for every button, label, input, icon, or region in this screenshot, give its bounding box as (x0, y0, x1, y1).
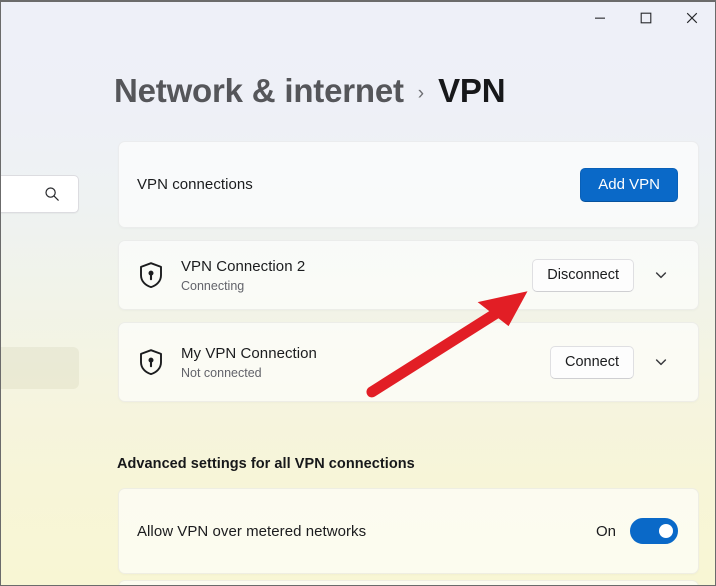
page-title: VPN (438, 72, 505, 110)
window-titlebar (1, 2, 715, 48)
maximize-icon (640, 12, 652, 24)
vpn-connection-row-1[interactable]: My VPN Connection Not connected Connect (118, 322, 699, 402)
metered-networks-toggle[interactable] (630, 518, 678, 544)
vpn-connection-name: My VPN Connection (181, 344, 317, 363)
vpn-connection-row-0[interactable]: VPN Connection 2 Connecting Disconnect (118, 240, 699, 310)
minimize-button[interactable] (577, 2, 623, 34)
vpn-connections-card: VPN connections Add VPN (118, 141, 699, 228)
sidebar-item-active[interactable] (0, 347, 79, 389)
shield-lock-icon (137, 347, 165, 377)
vpn-connection-status: Connecting (181, 278, 305, 294)
search-icon (44, 186, 60, 202)
search-input[interactable] (0, 175, 79, 213)
vpn-connection-name: VPN Connection 2 (181, 257, 305, 276)
add-vpn-button[interactable]: Add VPN (580, 168, 678, 202)
next-setting-card-partial[interactable] (118, 580, 699, 586)
expand-connection-button-1[interactable] (644, 345, 678, 379)
close-button[interactable] (669, 2, 715, 34)
toggle-knob (659, 524, 673, 538)
sidebar (1, 48, 97, 586)
vpn-connection-info-0: VPN Connection 2 Connecting (181, 257, 305, 294)
metered-toggle-state-label: On (596, 523, 616, 540)
minimize-icon (594, 12, 606, 24)
advanced-settings-heading: Advanced settings for all VPN connection… (117, 456, 415, 472)
connect-button[interactable]: Connect (550, 346, 634, 379)
breadcrumb: Network & internet › VPN (114, 72, 505, 110)
disconnect-button[interactable]: Disconnect (532, 259, 634, 292)
maximize-button[interactable] (623, 2, 669, 34)
settings-window: Network & internet › VPN VPN connections… (0, 0, 716, 586)
vpn-connections-title: VPN connections (137, 176, 253, 193)
chevron-down-icon (654, 268, 668, 282)
breadcrumb-parent-link[interactable]: Network & internet (114, 72, 404, 110)
vpn-connection-status: Not connected (181, 365, 317, 381)
chevron-down-icon (654, 355, 668, 369)
shield-lock-icon (137, 260, 165, 290)
expand-connection-button-0[interactable] (644, 258, 678, 292)
metered-networks-card: Allow VPN over metered networks On (118, 488, 699, 574)
vpn-connection-info-1: My VPN Connection Not connected (181, 344, 317, 381)
breadcrumb-separator-icon: › (418, 83, 424, 105)
metered-networks-label: Allow VPN over metered networks (137, 523, 366, 540)
metered-toggle-group: On (596, 518, 678, 544)
close-icon (686, 12, 698, 24)
